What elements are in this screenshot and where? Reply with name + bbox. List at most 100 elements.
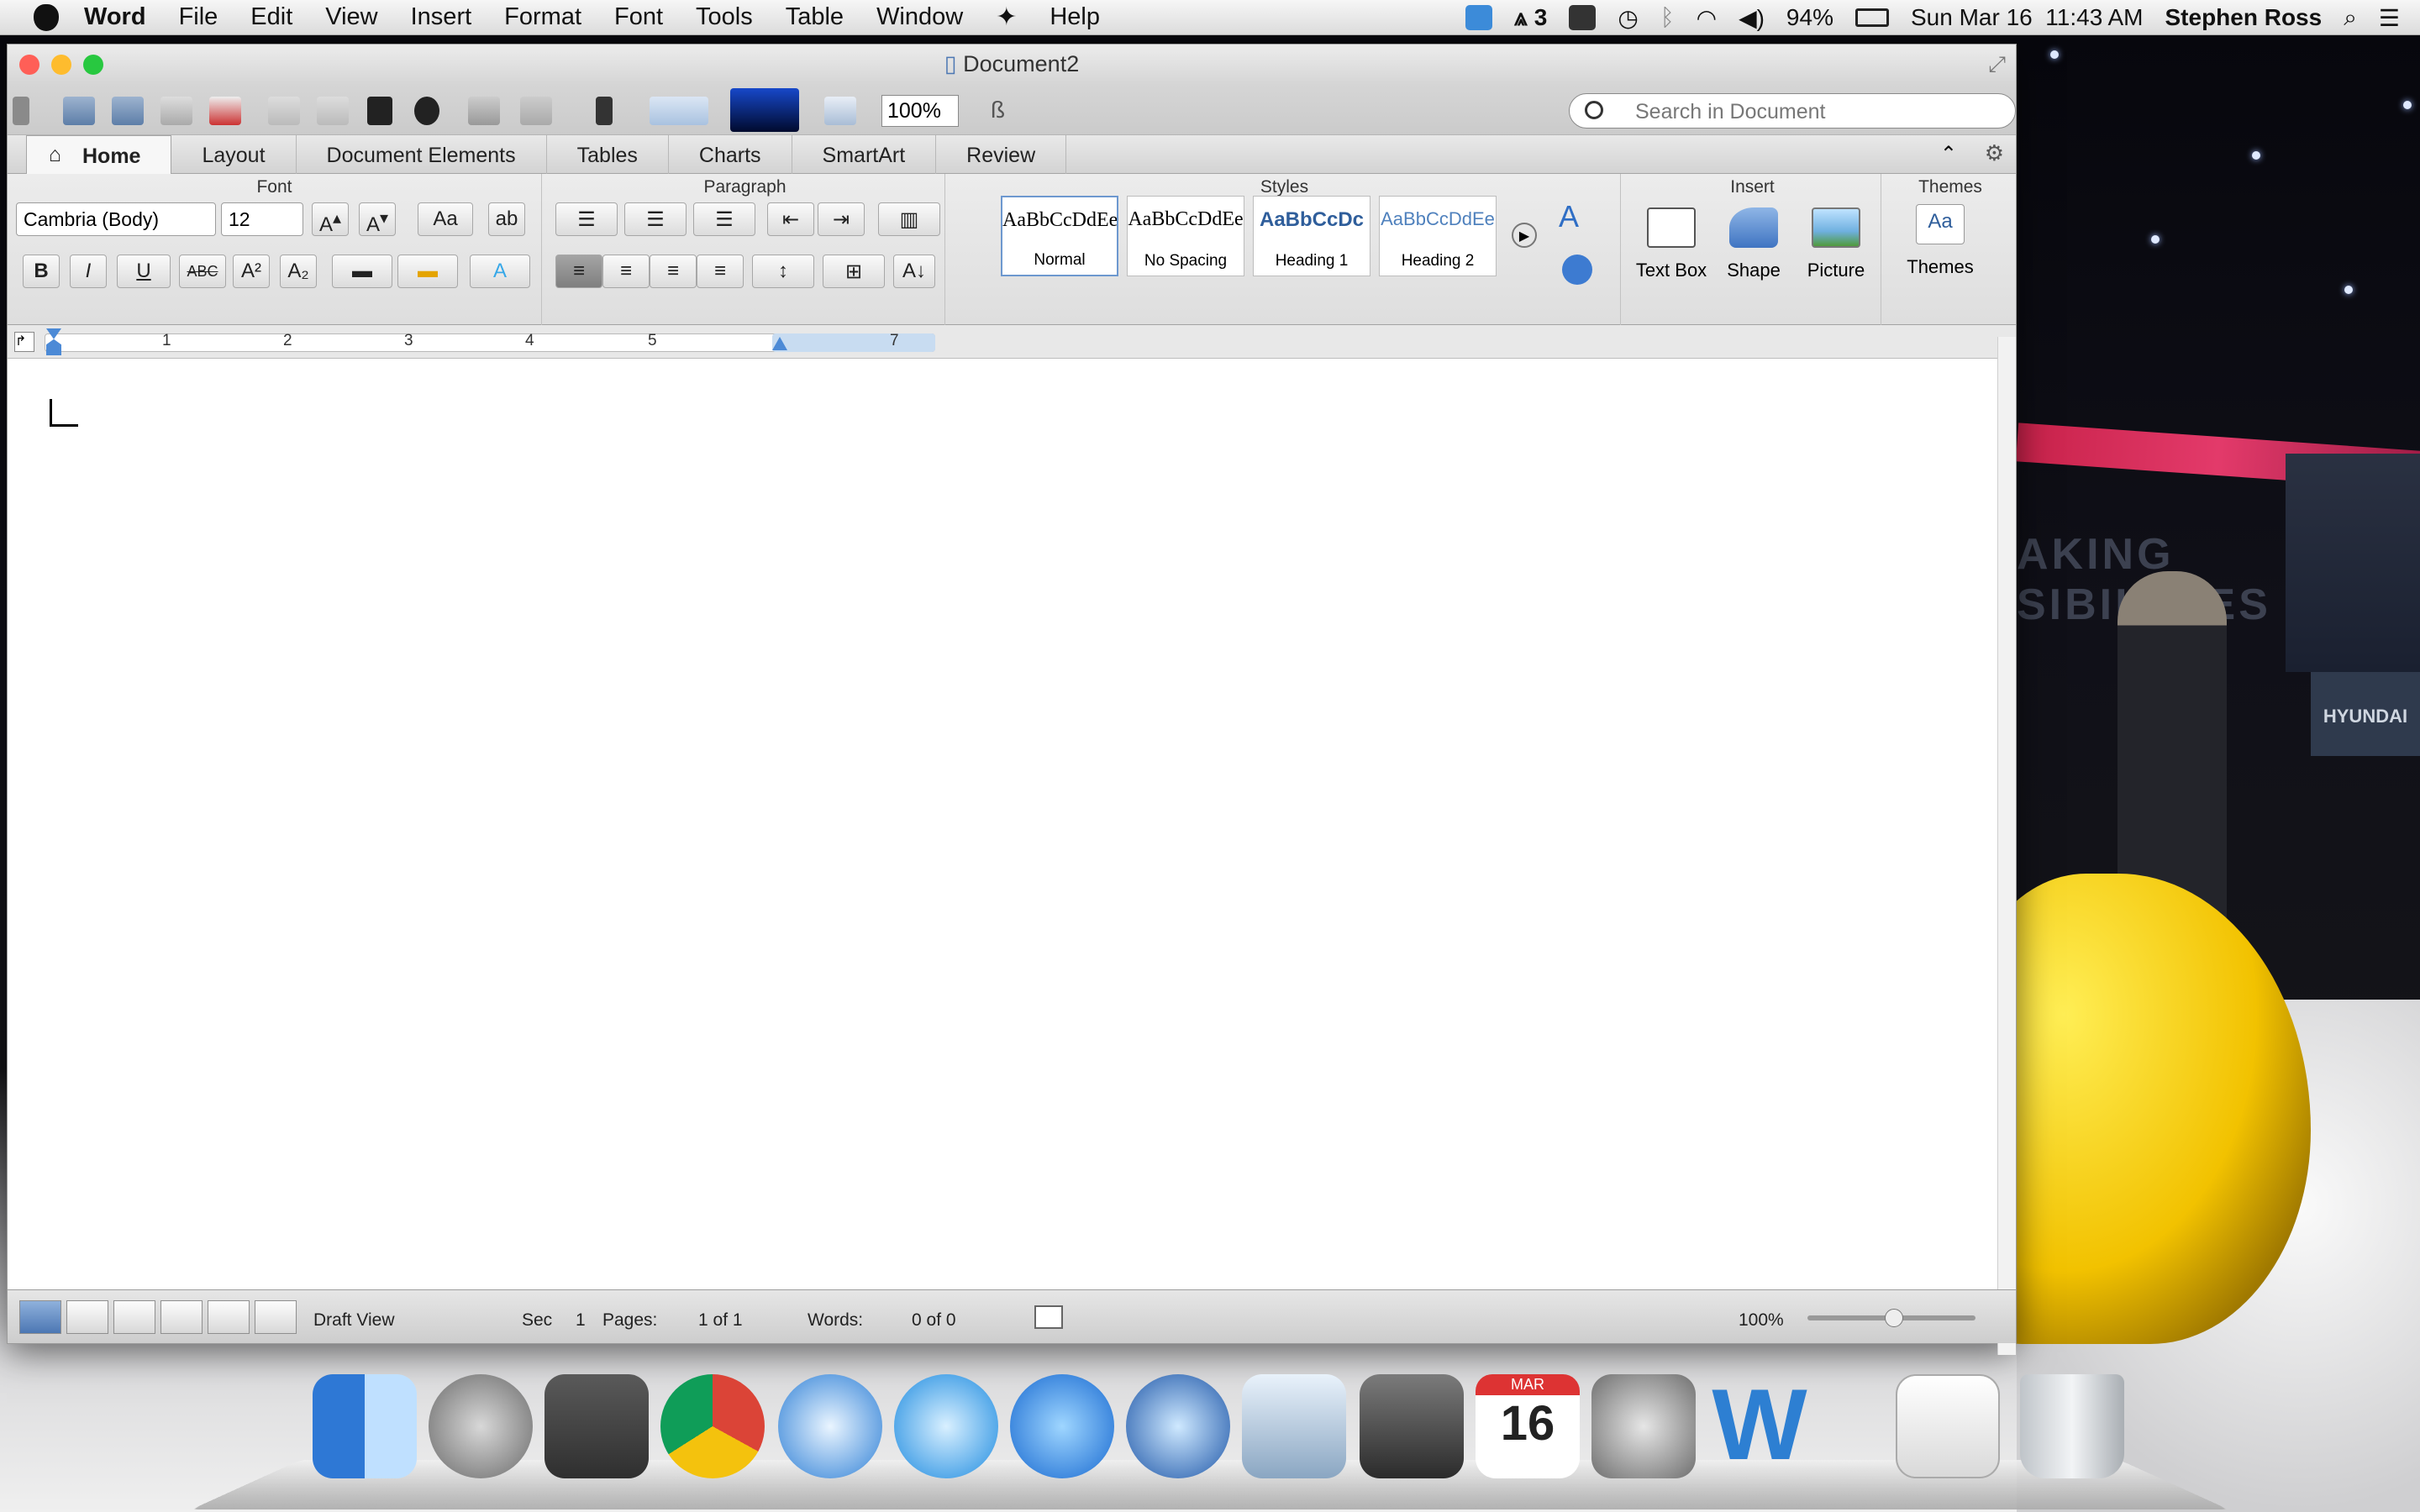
gallery-thumbnail[interactable] [730, 88, 799, 132]
recent-docs-icon[interactable] [1896, 1374, 2000, 1478]
new-document-icon[interactable] [63, 97, 95, 125]
media-browser-icon[interactable] [650, 97, 708, 125]
numbering-button[interactable]: ☰ [624, 202, 687, 236]
collapse-ribbon-icon[interactable]: ⌃ [1940, 142, 1957, 166]
itunes-icon[interactable] [894, 1374, 998, 1478]
borders-button[interactable]: ⊞ [823, 255, 885, 288]
tab-layout[interactable]: Layout [171, 135, 296, 174]
tab-review[interactable]: Review [936, 135, 1066, 174]
publishing-view-button[interactable] [113, 1300, 155, 1334]
sidebar-toggle-icon[interactable] [596, 97, 613, 125]
search-input[interactable]: Search in Document [1569, 93, 2016, 129]
calendar-icon[interactable]: MAR 16 [1476, 1374, 1580, 1478]
themes-button[interactable]: Aa Themes [1902, 199, 1979, 278]
app-store-icon[interactable] [1010, 1374, 1114, 1478]
menu-insert[interactable]: Insert [411, 3, 472, 31]
clear-format-button[interactable]: ab [488, 202, 525, 236]
airplay-icon[interactable] [1569, 5, 1596, 30]
superscript-button[interactable]: A² [233, 255, 270, 288]
print-layout-view-button[interactable] [160, 1300, 203, 1334]
safari-icon[interactable] [778, 1374, 882, 1478]
increase-indent-button[interactable]: ⇥ [818, 202, 865, 236]
line-spacing-button[interactable]: ↕ [752, 255, 814, 288]
shrink-font-button[interactable]: A▾ [359, 202, 396, 236]
grow-font-button[interactable]: A▴ [312, 202, 349, 236]
vertical-scrollbar[interactable] [1997, 337, 2016, 1355]
bold-button[interactable]: B [23, 255, 60, 288]
wifi-icon[interactable]: ◠ [1697, 4, 1717, 32]
tab-charts[interactable]: Charts [669, 135, 792, 174]
ribbon-settings-icon[interactable]: ⚙ [1985, 140, 2004, 166]
menu-font[interactable]: Font [614, 3, 663, 31]
style-pane-icon[interactable] [1562, 255, 1592, 285]
bullets-button[interactable]: ☰ [555, 202, 618, 236]
style-heading-2[interactable]: AaBbCcDdEe Heading 2 [1379, 196, 1497, 276]
notebook-view-button[interactable] [208, 1300, 250, 1334]
full-screen-view-button[interactable] [255, 1300, 297, 1334]
zoom-field[interactable]: 100% [881, 95, 959, 127]
delete-icon[interactable] [209, 97, 241, 125]
sort-button[interactable]: A↓ [893, 255, 935, 288]
apple-menu-icon[interactable] [34, 4, 59, 31]
table-dropdown-icon[interactable] [520, 97, 552, 125]
style-gallery-icon[interactable]: A [1559, 199, 1579, 234]
help-icon[interactable]: ß [991, 97, 1005, 123]
outline-view-button[interactable] [66, 1300, 108, 1334]
dropbox-icon[interactable] [1465, 5, 1492, 30]
facetime-icon[interactable] [1360, 1374, 1464, 1478]
finder-icon[interactable] [313, 1374, 417, 1478]
notification-center-icon[interactable]: ☰ [2379, 4, 2400, 32]
strikethrough-button[interactable]: ABC [179, 255, 226, 288]
print-layout-icon[interactable] [824, 97, 856, 125]
text-effects-button[interactable]: A [470, 255, 530, 288]
tab-document-elements[interactable]: Document Elements [297, 135, 547, 174]
word-icon[interactable]: W [1707, 1374, 1812, 1478]
insert-text-box-button[interactable]: Text Box [1633, 202, 1710, 281]
italic-button[interactable]: I [70, 255, 107, 288]
menu-help[interactable]: Help [1050, 3, 1100, 31]
user-name[interactable]: Stephen Ross [2165, 4, 2323, 31]
trash-icon[interactable] [2020, 1374, 2124, 1478]
font-size-select[interactable]: 12 [221, 202, 303, 236]
styles-next-icon[interactable]: ▶ [1512, 223, 1537, 248]
underline-button[interactable]: U [117, 255, 171, 288]
bluetooth-icon[interactable]: ᛒ [1660, 4, 1675, 31]
chrome-icon[interactable] [660, 1374, 765, 1478]
undo-dropdown-icon[interactable] [317, 97, 349, 125]
decrease-indent-button[interactable]: ⇤ [767, 202, 814, 236]
insert-picture-button[interactable]: Picture [1797, 202, 1875, 281]
tab-home[interactable]: ⌂ Home [26, 135, 171, 174]
adobe-updates-icon[interactable]: ⩓ 3 [1514, 4, 1547, 32]
justify-button[interactable]: ≡ [697, 255, 744, 288]
menu-tools[interactable]: Tools [696, 3, 753, 31]
spelling-status-icon[interactable] [1034, 1305, 1063, 1329]
insert-dropdown-icon[interactable] [468, 97, 500, 125]
stamp-icon[interactable] [367, 97, 392, 125]
spotlight-icon[interactable]: ⌕ [2344, 4, 2357, 32]
image-capture-icon[interactable] [544, 1374, 649, 1478]
change-case-button[interactable]: Aa [418, 202, 473, 236]
insert-shape-button[interactable]: Shape [1715, 202, 1792, 281]
menu-file[interactable]: File [179, 3, 218, 31]
style-heading-1[interactable]: AaBbCcDc Heading 1 [1253, 196, 1370, 276]
align-left-button[interactable]: ≡ [555, 255, 602, 288]
font-name-select[interactable]: Cambria (Body) [16, 202, 216, 236]
copy-icon[interactable] [160, 97, 192, 125]
highlight-button[interactable]: ▬ [332, 255, 392, 288]
tab-stop-selector-icon[interactable]: ↱ [14, 332, 34, 352]
battery-icon[interactable] [1855, 8, 1889, 27]
document-canvas[interactable] [8, 382, 2007, 1330]
multilevel-list-button[interactable]: ☰ [693, 202, 755, 236]
clock[interactable]: Sun Mar 16 11:43 AM [1911, 4, 2144, 31]
menu-table[interactable]: Table [786, 3, 844, 31]
battery-percent[interactable]: 94% [1786, 4, 1833, 31]
fullscreen-icon[interactable]: ⤢ [1988, 51, 2006, 78]
tab-smartart[interactable]: SmartArt [792, 135, 937, 174]
font-color-button[interactable]: ▬ [397, 255, 458, 288]
menu-app-word[interactable]: Word [84, 3, 146, 31]
tab-tables[interactable]: Tables [547, 135, 669, 174]
system-preferences-icon[interactable] [1591, 1374, 1696, 1478]
redo-icon[interactable] [268, 97, 300, 125]
zoom-slider-thumb[interactable] [1885, 1309, 1903, 1327]
menu-edit[interactable]: Edit [250, 3, 292, 31]
